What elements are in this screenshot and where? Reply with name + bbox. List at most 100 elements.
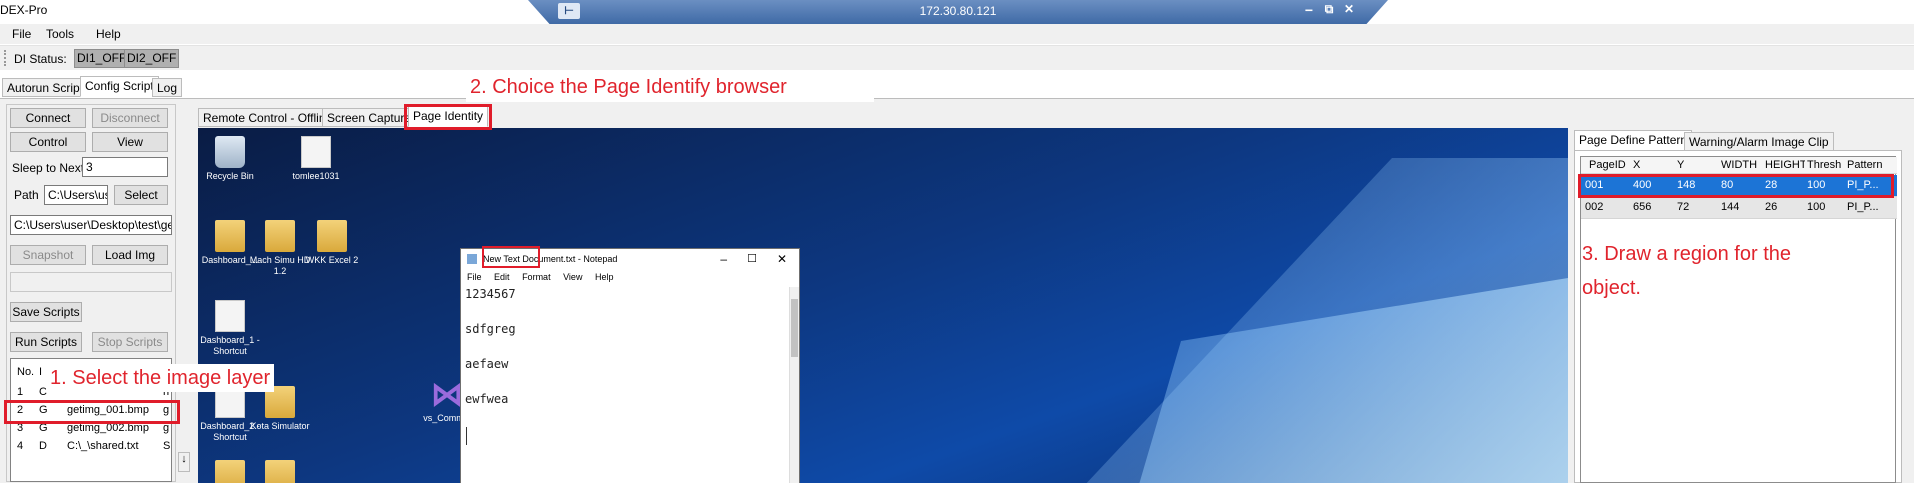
column-header-y: Y xyxy=(1677,159,1685,171)
text-cursor xyxy=(466,427,467,445)
text-line: aefaew xyxy=(465,357,509,371)
full-path-input[interactable]: C:\Users\user\Desktop\test\geti xyxy=(10,215,172,235)
pattern-table[interactable]: PageID X Y WIDTH HEIGHT Thresh Pattern 0… xyxy=(1580,156,1897,483)
table-cell: 656 xyxy=(1633,201,1652,213)
annotation-step1: 1. Select the image layer xyxy=(46,364,275,392)
table-cell: 72 xyxy=(1677,201,1690,213)
list-item-no: 1 xyxy=(17,386,24,398)
highlight-notepad-title xyxy=(482,246,540,268)
control-button[interactable]: Control xyxy=(10,132,86,152)
notepad-scrollbar[interactable] xyxy=(789,287,799,483)
list-item-no: 4 xyxy=(17,440,24,452)
text-line: 1234567 xyxy=(465,287,516,301)
table-cell: PI_P... xyxy=(1847,201,1879,213)
table-cell: 144 xyxy=(1721,201,1740,213)
select-button[interactable]: Select xyxy=(114,185,168,205)
text-line: ewfwea xyxy=(465,392,509,406)
folder-icon[interactable]: tomlee1031 xyxy=(284,136,348,182)
close-icon[interactable]: ✕ xyxy=(777,249,787,269)
text-line: sdfgreg xyxy=(465,322,516,336)
tab-autorun-script[interactable]: Autorun Script xyxy=(2,78,89,97)
annotation-step2: 2. Choice the Page Identify browser xyxy=(466,72,874,102)
notepad-menu-edit[interactable]: Edit xyxy=(494,272,510,282)
highlight-page-identity-tab xyxy=(404,104,492,130)
scroll-down-icon[interactable]: ↓ xyxy=(178,452,190,472)
column-header-width: WIDTH xyxy=(1721,159,1758,171)
table-row[interactable]: 002 656 72 144 26 100 PI_P... xyxy=(1581,197,1897,219)
connect-button[interactable]: Connect xyxy=(10,108,86,128)
notepad-menu-format[interactable]: Format xyxy=(522,272,551,282)
table-cell: 26 xyxy=(1765,201,1778,213)
list-item-extra: S xyxy=(163,440,171,452)
path-label: Path xyxy=(14,188,39,202)
window-title: DEX-Pro xyxy=(0,3,48,17)
tab-page-define-pattern[interactable]: Page Define Pattern xyxy=(1574,130,1693,151)
sleep-input[interactable]: 3 xyxy=(82,157,168,177)
notepad-menu-view[interactable]: View xyxy=(563,272,582,282)
di-status-label: DI Status: xyxy=(14,52,67,66)
tab-screen-capture[interactable]: Screen Capture xyxy=(322,108,417,127)
table-header: PageID X Y WIDTH HEIGHT Thresh Pattern xyxy=(1581,157,1897,174)
notepad-app-icon xyxy=(467,254,477,264)
di2-status-badge: DI2_OFF xyxy=(124,49,180,68)
restore-icon[interactable]: ⧉ xyxy=(1320,2,1338,17)
run-scripts-button[interactable]: Run Scripts xyxy=(10,332,82,352)
column-header-height: HEIGHT xyxy=(1765,159,1805,171)
progress-field xyxy=(10,272,172,292)
recycle-bin-icon[interactable]: Recycle Bin xyxy=(198,136,262,182)
stop-scripts-button[interactable]: Stop Scripts xyxy=(92,332,168,352)
column-header-no: No. xyxy=(17,366,35,378)
highlight-pattern-row xyxy=(1578,174,1894,198)
rdp-connection-bar: ⊢ 172.30.80.121 − ⧉ ✕ xyxy=(528,0,1388,24)
snapshot-button[interactable]: Snapshot xyxy=(10,245,86,265)
column-header-type: I xyxy=(39,366,43,378)
menu-file[interactable]: File xyxy=(12,27,31,41)
menu-help[interactable]: Help xyxy=(96,27,121,41)
desktop-icon-label: Recycle Bin xyxy=(206,171,254,181)
folder-icon[interactable]: Kota Simulator xyxy=(248,386,312,432)
annotation-step3-line2: object. xyxy=(1582,277,1641,299)
minimize-icon[interactable]: – xyxy=(720,249,727,269)
column-header-pattern: Pattern xyxy=(1847,159,1883,171)
annotation-step3: 3. Draw a region for the object. xyxy=(1582,237,1791,305)
tab-warning-alarm-image-clip[interactable]: Warning/Alarm Image Clip xyxy=(1684,132,1834,151)
notepad-window[interactable]: New Text Document.txt - Notepad – ☐ ✕ Fi… xyxy=(460,248,800,483)
path-input[interactable]: C:\Users\us xyxy=(44,185,108,205)
toolbar-grip xyxy=(4,50,6,66)
di1-status-badge: DI1_OFF xyxy=(74,49,130,68)
notepad-menu-file[interactable]: File xyxy=(467,272,482,282)
sleep-label: Sleep to Next xyxy=(12,161,85,175)
highlight-image-layer xyxy=(4,400,180,424)
notepad-text-area[interactable]: 1234567 sdfgreg aefaew ewfwea xyxy=(465,287,787,445)
load-img-button[interactable]: Load Img xyxy=(92,245,168,265)
disconnect-button[interactable]: Disconnect xyxy=(92,108,168,128)
close-icon[interactable]: ✕ xyxy=(1340,2,1358,16)
list-item[interactable]: 4 D C:\_\shared.txt S xyxy=(11,438,171,455)
shortcut-icon[interactable]: Dashboard_1 - Shortcut xyxy=(198,300,262,357)
remote-desktop-view[interactable]: Recycle Bin tomlee1031 Dashboard_... Mac… xyxy=(198,128,1568,483)
menu-tools[interactable]: Tools xyxy=(46,27,74,41)
notepad-menu-help[interactable]: Help xyxy=(595,272,614,282)
notepad-menu: File Edit Format View Help xyxy=(461,269,799,285)
annotation-step3-line1: 3. Draw a region for the xyxy=(1582,243,1791,265)
desktop-icon-label: Kota Simulator xyxy=(250,421,310,431)
maximize-icon[interactable]: ☐ xyxy=(747,249,757,269)
save-scripts-button[interactable]: Save Scripts xyxy=(10,302,82,322)
minimize-icon[interactable]: − xyxy=(1300,2,1318,18)
tab-config-script[interactable]: Config Script xyxy=(80,76,159,97)
column-header-thresh: Thresh xyxy=(1807,159,1842,171)
folder-icon[interactable]: WKK Excel 2 xyxy=(300,220,364,266)
table-cell: 002 xyxy=(1585,201,1604,213)
tab-remote-control[interactable]: Remote Control - Offline xyxy=(198,108,338,127)
column-header-x: X xyxy=(1633,159,1641,171)
list-item-type: D xyxy=(39,440,47,452)
folder-icon[interactable] xyxy=(248,460,312,483)
view-button[interactable]: View xyxy=(92,132,168,152)
tab-log[interactable]: Log xyxy=(152,78,183,97)
rdp-host-ip: 172.30.80.121 xyxy=(919,4,997,18)
toolbar: DI Status: DI1_OFF DI2_OFF xyxy=(0,45,1914,70)
list-item-name: C:\_\shared.txt xyxy=(67,440,139,452)
scrollbar-thumb[interactable] xyxy=(791,299,798,357)
table-cell: 100 xyxy=(1807,201,1826,213)
column-header-pageid: PageID xyxy=(1589,159,1626,171)
